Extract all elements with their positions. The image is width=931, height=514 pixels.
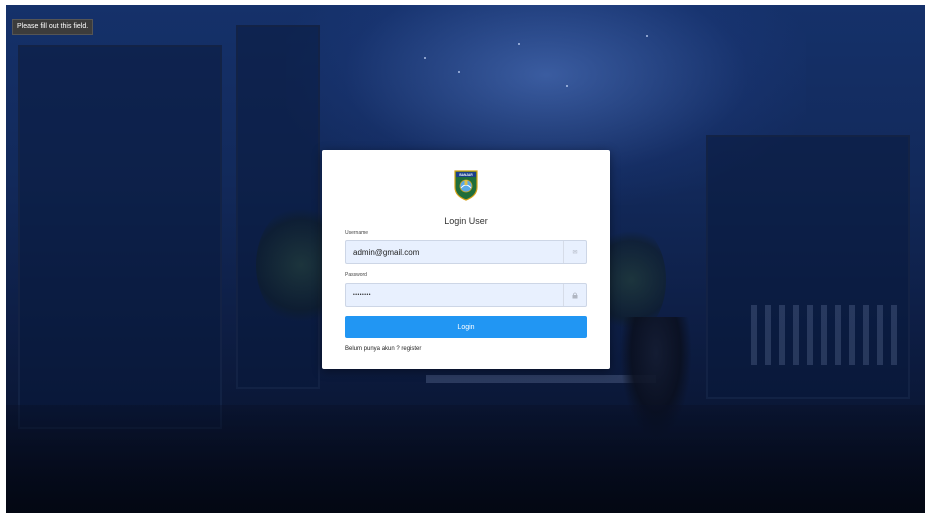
password-field[interactable]: •••••••• [345, 283, 587, 307]
password-label: Password [345, 272, 367, 278]
star [424, 57, 426, 59]
validation-tooltip: Please fill out this field. [12, 19, 94, 35]
floor [6, 405, 925, 513]
username-field[interactable]: admin@gmail.com ✉ [345, 240, 587, 264]
window-panel [18, 45, 222, 429]
star [458, 71, 460, 73]
login-button[interactable]: Login [345, 316, 587, 338]
register-prompt: Belum punya akun ? register [345, 346, 421, 352]
lock-glyph [572, 292, 578, 298]
envelope-icon: ✉ [563, 241, 586, 263]
emblem-text: BANJAR [459, 173, 473, 177]
banjar-emblem-icon: BANJAR [454, 170, 478, 201]
register-link[interactable]: register [401, 346, 421, 352]
username-label: Username [345, 230, 369, 236]
username-input[interactable]: admin@gmail.com [346, 248, 563, 257]
password-input[interactable]: •••••••• [346, 292, 563, 298]
city-lights [751, 305, 901, 365]
register-prompt-text: Belum punya akun ? [345, 346, 402, 352]
star [566, 85, 568, 87]
star [518, 43, 520, 45]
login-card: BANJAR Login User Username admin@gmail.c… [322, 150, 610, 369]
star [646, 35, 648, 37]
lock-icon [563, 284, 586, 306]
page-title: Login User [444, 216, 488, 226]
